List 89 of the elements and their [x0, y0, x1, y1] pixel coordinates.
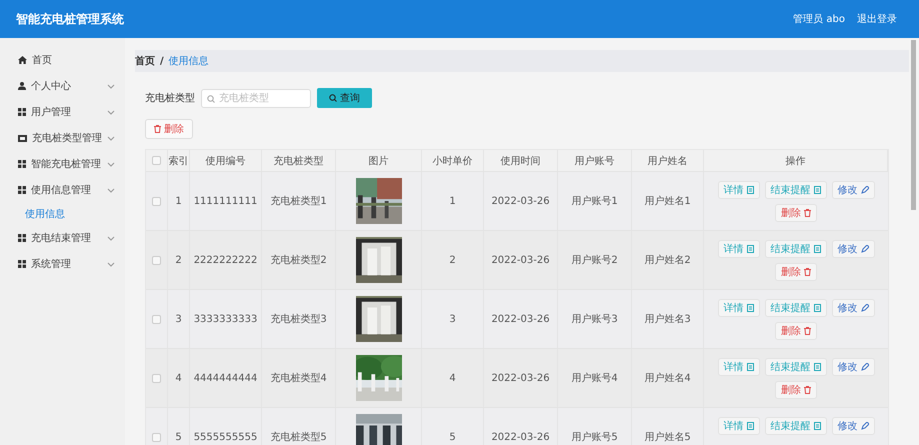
- scrollbar[interactable]: [911, 40, 916, 210]
- user-label: 管理员 abo: [793, 13, 845, 26]
- grid-icon: [18, 160, 26, 168]
- sidebar-item[interactable]: 用户管理: [0, 99, 125, 125]
- breadcrumb-item[interactable]: 使用信息: [168, 54, 209, 68]
- table-cell: 5: [422, 408, 484, 445]
- sidebar-item[interactable]: 个人中心: [0, 73, 125, 99]
- sidebar-item[interactable]: 智能充电桩管理: [0, 151, 125, 177]
- sidebar-item[interactable]: 充电桩类型管理: [0, 125, 125, 151]
- detail-button[interactable]: 详情: [718, 240, 760, 258]
- row-checkbox[interactable]: [152, 196, 161, 206]
- logout-link[interactable]: 退出登录: [857, 12, 897, 26]
- edit-button[interactable]: 修改: [832, 240, 874, 258]
- delete-button[interactable]: 删除: [775, 204, 817, 222]
- home-icon: [18, 56, 27, 64]
- search-button[interactable]: 查询: [317, 88, 372, 108]
- edit-button[interactable]: 修改: [832, 358, 874, 376]
- pencil-icon: [860, 363, 868, 371]
- row-checkbox[interactable]: [152, 256, 161, 264]
- document-icon: [746, 304, 754, 312]
- grid-icon: [18, 260, 26, 268]
- chevron-icon: [107, 84, 115, 88]
- chevron-icon: [107, 162, 115, 166]
- search-icon: [207, 94, 215, 102]
- trash-icon: [804, 327, 811, 335]
- end-reminder-button[interactable]: 结束提醒: [764, 181, 826, 199]
- table-cell: 2022-03-26: [484, 408, 558, 445]
- sidebar-item[interactable]: 首页: [0, 47, 125, 73]
- edit-button[interactable]: 修改: [832, 299, 874, 317]
- grid-icon: [18, 234, 26, 242]
- pencil-icon: [860, 186, 868, 194]
- document-icon: [814, 245, 820, 253]
- breadcrumb-separator: /: [160, 56, 164, 66]
- row-checkbox[interactable]: [152, 374, 161, 382]
- select-all-checkbox[interactable]: [152, 156, 161, 165]
- trash-icon: [804, 386, 811, 394]
- delete-button[interactable]: 删除: [775, 381, 817, 399]
- document-icon: [814, 304, 820, 312]
- table-cell: 用户姓名5: [632, 408, 704, 445]
- edit-button[interactable]: 修改: [832, 181, 874, 199]
- document-icon: [746, 363, 754, 371]
- search-icon: [329, 94, 337, 102]
- row-checkbox[interactable]: [152, 314, 161, 324]
- table-cell: 5: [168, 408, 190, 445]
- delete-button[interactable]: 删除: [775, 322, 817, 340]
- app-title: 智能充电桩管理系统: [16, 10, 125, 28]
- end-reminder-button[interactable]: 结束提醒: [764, 358, 826, 376]
- search-field[interactable]: 充电桩类型: [201, 88, 311, 108]
- chevron-icon: [107, 188, 115, 192]
- delete-button[interactable]: 删除: [145, 119, 193, 139]
- end-reminder-button[interactable]: 结束提醒: [764, 299, 826, 317]
- search-label: 充电桩类型: [145, 92, 195, 105]
- trash-icon: [154, 125, 161, 133]
- sidebar-item[interactable]: 系统管理: [0, 251, 125, 277]
- table-cell: 充电桩类型5: [262, 408, 336, 445]
- detail-button[interactable]: 详情: [718, 181, 760, 199]
- grid-icon: [18, 186, 26, 194]
- document-icon: [814, 422, 820, 430]
- document-icon: [814, 186, 820, 194]
- chevron-icon: [107, 110, 115, 114]
- sidebar-subitem[interactable]: 使用信息: [0, 203, 125, 225]
- table-cell: 5555555555: [190, 408, 262, 445]
- trash-icon: [804, 268, 811, 276]
- edit-button[interactable]: 修改: [832, 417, 874, 435]
- detail-button[interactable]: 详情: [718, 358, 760, 376]
- end-reminder-button[interactable]: 结束提醒: [764, 240, 826, 258]
- breadcrumb-item[interactable]: 首页: [135, 54, 155, 68]
- document-icon: [746, 422, 754, 430]
- pencil-icon: [860, 245, 868, 253]
- chevron-icon: [107, 236, 115, 240]
- chevron-icon: [107, 262, 115, 266]
- document-icon: [746, 245, 754, 253]
- document-icon: [746, 186, 754, 194]
- card-icon: [18, 134, 27, 142]
- trash-icon: [804, 209, 811, 217]
- pencil-icon: [860, 422, 868, 430]
- row-checkbox[interactable]: [152, 432, 161, 442]
- detail-button[interactable]: 详情: [718, 299, 760, 317]
- sidebar-item[interactable]: 充电结束管理: [0, 225, 125, 251]
- sidebar-item[interactable]: 使用信息管理: [0, 177, 125, 203]
- user-icon: [18, 82, 26, 90]
- delete-button[interactable]: 删除: [775, 263, 817, 281]
- table-cell: 用户账号5: [558, 408, 632, 445]
- grid-icon: [18, 108, 26, 116]
- detail-button[interactable]: 详情: [718, 417, 760, 435]
- document-icon: [814, 363, 820, 371]
- end-reminder-button[interactable]: 结束提醒: [764, 417, 826, 435]
- chevron-icon: [107, 136, 115, 140]
- pencil-icon: [860, 304, 868, 312]
